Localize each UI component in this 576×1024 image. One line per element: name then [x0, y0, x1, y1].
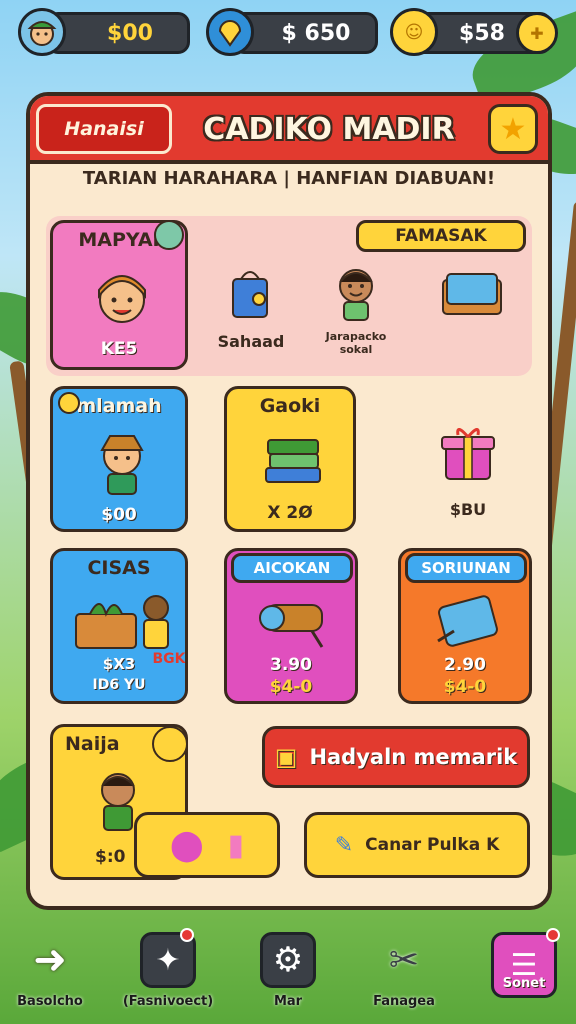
featured-card-label: KE5 — [100, 339, 138, 359]
player-avatar-icon[interactable] — [18, 8, 66, 56]
gift-box-icon — [428, 418, 508, 488]
coins-counter-left[interactable]: $00 — [46, 12, 190, 54]
card-price-soriunan: 2.90 — [444, 655, 486, 675]
card-title-soriunan: SORIUNAN — [405, 553, 527, 583]
gear-icon: ⚙ — [260, 932, 316, 988]
kid-character-icon — [324, 260, 388, 324]
add-coins-icon[interactable]: ✚ — [516, 12, 558, 54]
book-stack-icon — [251, 423, 335, 493]
nav-shop[interactable]: ✦ (Fasnivoect) — [120, 928, 216, 1020]
card-price-mlamah: $00 — [101, 505, 137, 525]
favorite-star-icon[interactable]: ★ — [488, 104, 538, 154]
secondary-button-label: Canar Pulka K — [365, 835, 500, 855]
notification-dot — [180, 928, 194, 942]
gift-label: $BU — [449, 500, 487, 519]
girl-character-icon — [77, 257, 167, 337]
nav-label-tools: Fanagea — [373, 994, 435, 1009]
settings-badge-icon[interactable] — [154, 220, 184, 250]
card-title-aicokan: AICOKAN — [231, 553, 353, 583]
card-price-aicokan: 3.90 — [270, 655, 312, 675]
nav-tools[interactable]: ✂ Fanagea — [364, 932, 444, 1020]
nav-back[interactable]: ➜ Basolcho — [10, 932, 90, 1020]
shop-card-soriunan[interactable]: SORIUNAN 2.90 $4-0 — [398, 548, 532, 704]
card-price-gaoki: X 2Ø — [267, 503, 313, 523]
book-icon — [434, 264, 510, 324]
shop-card-gaoki[interactable]: Gaoki X 2Ø — [224, 386, 356, 532]
main-button-label: Hadyaln memarik — [309, 745, 518, 769]
location-cards-button[interactable]: ⬤ ▮ — [134, 812, 280, 878]
nav-settings[interactable]: ⚙ Mar — [248, 932, 328, 1020]
panel-tab[interactable]: Hanaisi — [36, 104, 172, 154]
item-label-jarapacko: Jarapacko sokal — [325, 330, 387, 356]
blue-book-icon — [423, 589, 513, 653]
shop-panel: Hanaisi CADIKO MADIR ★ TARIAN HARAHARA |… — [26, 92, 552, 910]
map-pin-icon: ⬤ — [169, 827, 204, 863]
tools-icon: ✂ — [388, 939, 420, 981]
famasak-ribbon[interactable]: FAMASAK — [356, 220, 526, 252]
hadyaln-memarik-button[interactable]: ▣ Hadyaln memarik — [262, 726, 530, 788]
smile-badge-icon — [152, 726, 188, 762]
treasure-icon: ▣ — [274, 743, 298, 771]
item-label-sahaad: Sahaad — [217, 332, 285, 351]
telescope-icon — [249, 589, 339, 653]
panel-subtitle: TARIAN HARAHARA | HANFIAN DIABUAN! — [82, 168, 496, 189]
card-sub-cisas: ID6 YU — [92, 677, 146, 693]
coins-left-value: $00 — [107, 20, 153, 46]
card-sub-soriunan: $4-0 — [443, 677, 487, 697]
nav-menu[interactable]: ☰ Sonet — [484, 928, 564, 1020]
panel-title: CADIKO MADIR — [203, 111, 455, 147]
canar-pulka-button[interactable]: ✎ Canar Pulka K — [304, 812, 530, 878]
boy-character-icon — [77, 421, 167, 501]
coin-smile-icon: ☺ — [390, 8, 438, 56]
card-sub-aicokan: $4-0 — [269, 677, 313, 697]
panel-header: Hanaisi CADIKO MADIR ★ — [30, 96, 548, 164]
gem-map-pin-icon — [206, 8, 254, 56]
card-title-cisas: CISAS — [87, 557, 151, 579]
gems-value: $ 650 — [281, 20, 351, 46]
shop-card-cisas[interactable]: CISAS $X3 ID6 YU BGK — [50, 548, 188, 704]
pencil-icon: ✎ — [334, 832, 354, 858]
back-arrow-icon: ➜ — [33, 937, 67, 983]
nav-label-back: Basolcho — [17, 994, 83, 1009]
nav-label-settings: Mar — [273, 994, 303, 1009]
menu-notification-dot — [546, 928, 560, 942]
card-tag-cisas: BGK — [152, 651, 186, 667]
phone-card-icon: ▮ — [227, 827, 245, 863]
shop-card-aicokan[interactable]: AICOKAN 3.90 $4-0 — [224, 548, 358, 704]
heart-badge-icon — [58, 392, 80, 414]
planter-box-icon — [67, 585, 177, 657]
card-title-gaoki: Gaoki — [259, 395, 321, 417]
nav-label-menu: Sonet — [502, 976, 546, 991]
nav-label-shop: (Fasnivoect) — [122, 994, 214, 1009]
gift-bag-icon — [220, 260, 280, 324]
